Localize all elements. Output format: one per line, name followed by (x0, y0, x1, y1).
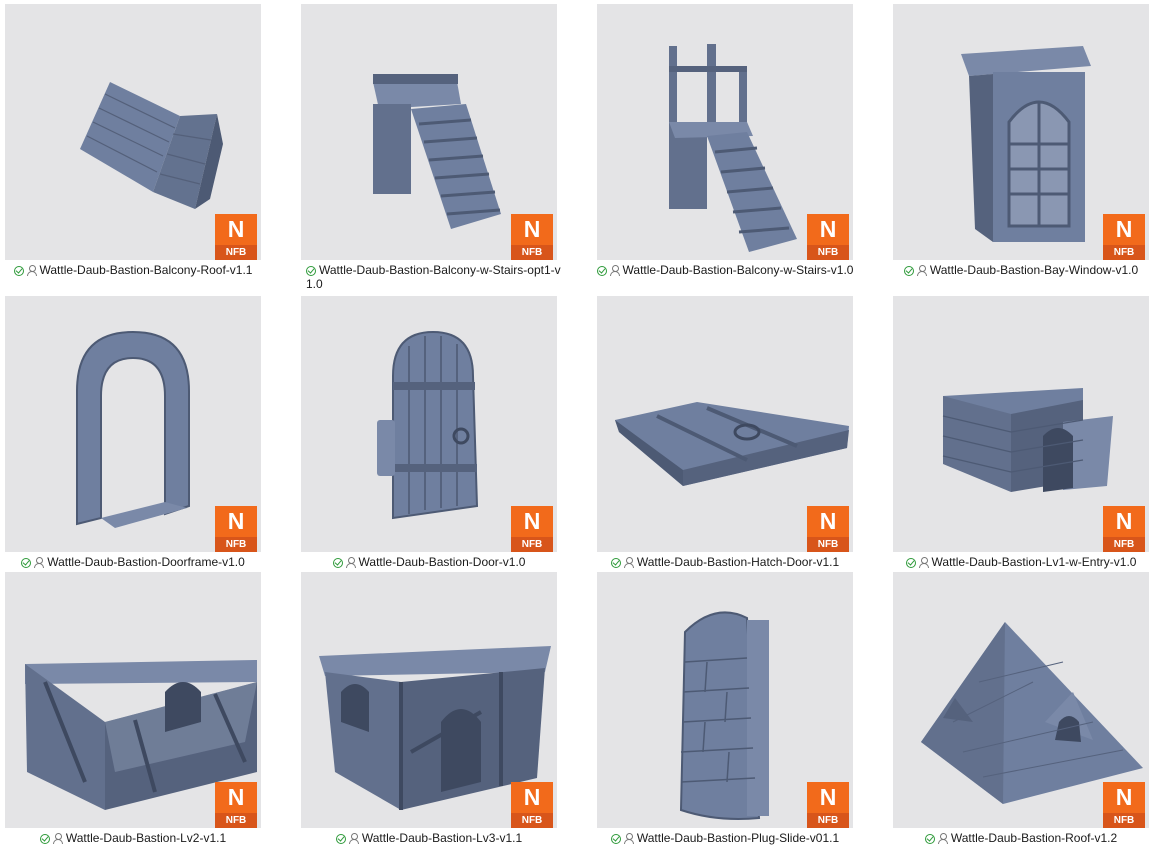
nfb-badge-icon: N NFB (511, 782, 553, 828)
file-name: Wattle-Daub-Bastion-Lv2-v1.1 (65, 831, 227, 845)
thumbnail[interactable]: N NFB (893, 4, 1149, 260)
file-tile[interactable]: N NFB Wattle-Daub-Bastion-Plug-Slide-v01.… (592, 568, 888, 845)
file-caption: Wattle-Daub-Bastion-Lv2-v1.1 (0, 831, 266, 845)
thumbnail[interactable]: N NFB (597, 572, 853, 828)
nfb-badge-icon: N NFB (1103, 782, 1145, 828)
synced-check-icon (335, 834, 346, 844)
nfb-badge-icon: N NFB (215, 506, 257, 552)
file-caption: Wattle-Daub-Bastion-Balcony-w-Stairs-opt… (296, 263, 562, 291)
thumbnail[interactable]: N NFB (301, 572, 557, 828)
nfb-badge-icon: N NFB (1103, 214, 1145, 260)
file-name: Wattle-Daub-Bastion-Balcony-w-Stairs-opt… (306, 263, 561, 291)
file-caption: Wattle-Daub-Bastion-Hatch-Door-v1.1 (592, 555, 858, 569)
file-name: Wattle-Daub-Bastion-Roof-v1.2 (950, 831, 1118, 845)
person-icon (918, 557, 929, 568)
file-name: Wattle-Daub-Bastion-Lv1-w-Entry-v1.0 (931, 555, 1137, 569)
synced-check-icon (21, 558, 32, 568)
nfb-badge-icon: N NFB (1103, 506, 1145, 552)
person-icon (348, 833, 359, 844)
file-caption: Wattle-Daub-Bastion-Doorframe-v1.0 (0, 555, 266, 569)
nfb-badge-icon: N NFB (215, 214, 257, 260)
file-name: Wattle-Daub-Bastion-Door-v1.0 (358, 555, 526, 569)
file-tile[interactable]: N NFB Wattle-Daub-Bastion-Door-v1.0 (296, 292, 592, 576)
file-name: Wattle-Daub-Bastion-Hatch-Door-v1.1 (636, 555, 840, 569)
thumbnail[interactable]: N NFB (597, 4, 853, 260)
person-icon (52, 833, 63, 844)
person-icon (623, 557, 634, 568)
person-icon (916, 265, 927, 276)
file-name: Wattle-Daub-Bastion-Bay-Window-v1.0 (929, 263, 1139, 277)
file-caption: Wattle-Daub-Bastion-Balcony-w-Stairs-v1.… (592, 263, 858, 277)
file-caption: Wattle-Daub-Bastion-Roof-v1.2 (888, 831, 1154, 845)
synced-check-icon (306, 266, 316, 276)
file-tile[interactable]: N NFB Wattle-Daub-Bastion-Doorframe-v1.0 (0, 292, 296, 576)
file-caption: Wattle-Daub-Bastion-Balcony-Roof-v1.1 (0, 263, 266, 277)
file-name: Wattle-Daub-Bastion-Balcony-w-Stairs-v1.… (622, 263, 854, 277)
synced-check-icon (39, 834, 50, 844)
file-caption: Wattle-Daub-Bastion-Plug-Slide-v01.1 (592, 831, 858, 845)
file-tile[interactable]: N NFB Wattle-Daub-Bastion-Lv2-v1.1 (0, 568, 296, 845)
file-tile[interactable]: N NFB Wattle-Daub-Bastion-Lv1-w-Entry-v1.… (888, 292, 1154, 576)
file-tile[interactable]: N NFB Wattle-Daub-Bastion-Balcony-w-Stair… (592, 0, 888, 290)
thumbnail[interactable]: N NFB (597, 296, 853, 552)
file-tile[interactable]: N NFB Wattle-Daub-Bastion-Balcony-Roof-v1… (0, 0, 296, 290)
person-icon (26, 265, 37, 276)
file-tile[interactable]: N NFB Wattle-Daub-Bastion-Hatch-Door-v1.1 (592, 292, 888, 576)
file-name: Wattle-Daub-Bastion-Lv3-v1.1 (361, 831, 523, 845)
person-icon (623, 833, 634, 844)
file-tile[interactable]: N NFB Wattle-Daub-Bastion-Bay-Window-v1.0 (888, 0, 1154, 290)
file-caption: Wattle-Daub-Bastion-Lv1-w-Entry-v1.0 (888, 555, 1154, 569)
file-name: Wattle-Daub-Bastion-Plug-Slide-v01.1 (636, 831, 840, 845)
synced-check-icon (610, 558, 621, 568)
thumbnail[interactable]: N NFB (893, 296, 1149, 552)
file-tile[interactable]: N NFB Wattle-Daub-Bastion-Roof-v1.2 (888, 568, 1154, 845)
file-caption: Wattle-Daub-Bastion-Door-v1.0 (296, 555, 562, 569)
thumbnail[interactable]: N NFB (301, 4, 557, 260)
person-icon (609, 265, 620, 276)
synced-check-icon (610, 834, 621, 844)
file-tile[interactable]: N NFB Wattle-Daub-Bastion-Balcony-w-Stair… (296, 0, 592, 291)
nfb-badge-icon: N NFB (807, 506, 849, 552)
file-name: Wattle-Daub-Bastion-Doorframe-v1.0 (47, 555, 245, 569)
synced-check-icon (332, 558, 343, 568)
file-caption: Wattle-Daub-Bastion-Bay-Window-v1.0 (888, 263, 1154, 277)
thumbnail[interactable]: N NFB (5, 572, 261, 828)
person-icon (937, 833, 948, 844)
thumbnail[interactable]: N NFB (301, 296, 557, 552)
thumbnail[interactable]: N NFB (893, 572, 1149, 828)
file-tile[interactable]: N NFB Wattle-Daub-Bastion-Lv3-v1.1 (296, 568, 592, 845)
thumbnail[interactable]: N NFB (5, 4, 261, 260)
file-caption: Wattle-Daub-Bastion-Lv3-v1.1 (296, 831, 562, 845)
nfb-badge-icon: N NFB (807, 782, 849, 828)
nfb-badge-icon: N NFB (511, 506, 553, 552)
nfb-badge-icon: N NFB (511, 214, 553, 260)
person-icon (345, 557, 356, 568)
file-grid: N NFB Wattle-Daub-Bastion-Balcony-Roof-v1… (0, 0, 1154, 845)
synced-check-icon (924, 834, 935, 844)
synced-check-icon (596, 266, 607, 276)
synced-check-icon (903, 266, 914, 276)
nfb-badge-icon: N NFB (215, 782, 257, 828)
file-name: Wattle-Daub-Bastion-Balcony-Roof-v1.1 (39, 263, 253, 277)
person-icon (34, 557, 45, 568)
nfb-badge-icon: N NFB (807, 214, 849, 260)
synced-check-icon (905, 558, 916, 568)
synced-check-icon (13, 266, 24, 276)
thumbnail[interactable]: N NFB (5, 296, 261, 552)
